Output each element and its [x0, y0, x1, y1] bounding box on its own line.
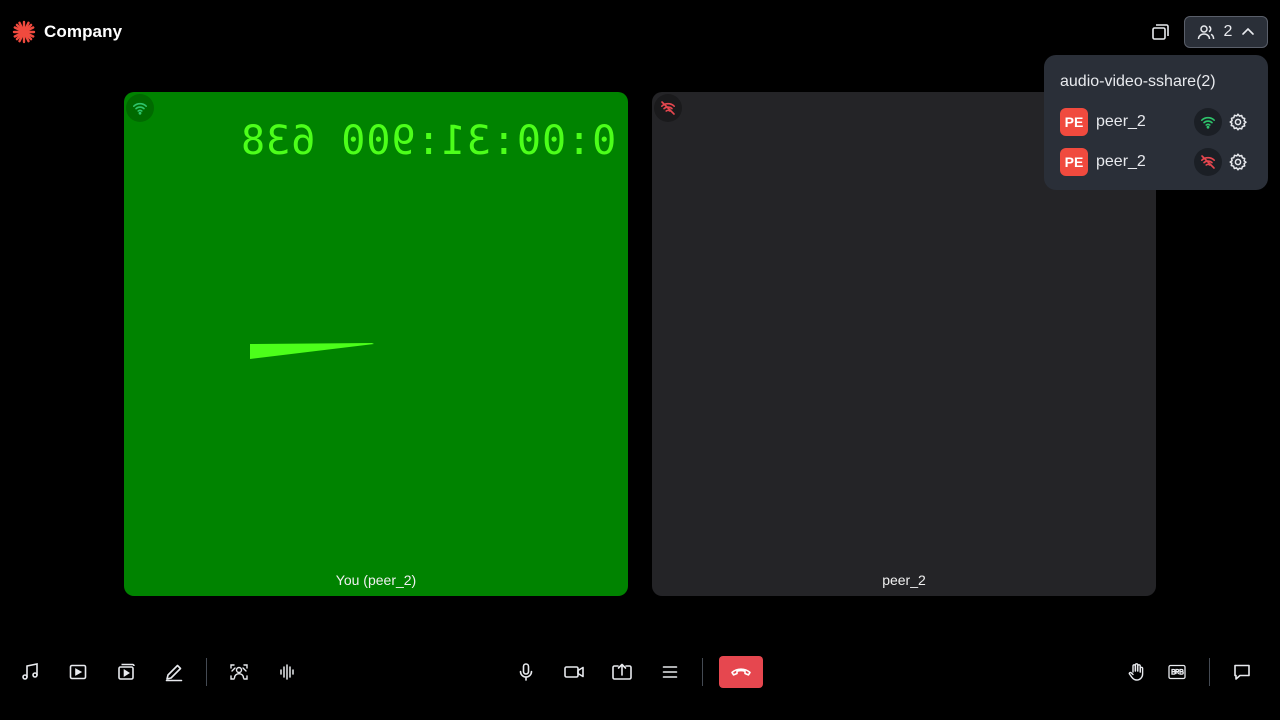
gear-icon — [1229, 153, 1247, 171]
play-video-button[interactable] — [62, 660, 94, 684]
brand-logo: Company — [12, 20, 122, 44]
play-video-icon — [69, 664, 87, 680]
brb-icon — [1168, 664, 1186, 680]
toolbar-divider — [702, 658, 703, 686]
participant-row: PE peer_2 — [1060, 108, 1252, 136]
virtual-background-button[interactable] — [223, 660, 255, 684]
noise-suppression-icon — [280, 664, 294, 680]
noise-suppression-button[interactable] — [271, 660, 303, 684]
camera-button[interactable] — [558, 660, 590, 684]
wifi-icon — [133, 102, 147, 115]
picture-in-picture-icon — [1152, 24, 1169, 40]
participant-count: 2 — [1223, 23, 1233, 40]
leave-call-button[interactable] — [719, 656, 763, 688]
microphone-button[interactable] — [510, 660, 542, 684]
camera-icon — [564, 666, 584, 678]
avatar: PE — [1060, 148, 1088, 176]
network-quality-badge — [1194, 148, 1222, 176]
chevron-up-icon — [1242, 27, 1255, 35]
wifi-icon — [1201, 116, 1215, 129]
people-icon — [1197, 25, 1214, 40]
music-icon — [22, 663, 38, 680]
leave-call-icon — [731, 668, 751, 676]
wifi-off-icon — [661, 101, 675, 115]
whiteboard-button[interactable] — [158, 660, 190, 684]
video-timecode: 0:00:31:900 638 — [239, 118, 616, 164]
gear-icon — [1229, 113, 1247, 131]
raise-hand-icon — [1128, 663, 1144, 681]
chat-button[interactable] — [1226, 660, 1258, 684]
menu-icon — [662, 666, 678, 678]
toolbar-divider — [206, 658, 207, 686]
media-icon — [118, 663, 135, 680]
wifi-off-icon — [1201, 155, 1215, 169]
brb-button[interactable] — [1161, 660, 1193, 684]
chat-icon — [1234, 664, 1250, 680]
more-options-button[interactable] — [654, 660, 686, 684]
header-actions: 2 — [1144, 16, 1268, 48]
participants-panel: audio-video-sshare(2) PE peer_2 PE peer_… — [1044, 55, 1268, 190]
screen-share-icon — [612, 663, 632, 680]
participants-button[interactable]: 2 — [1184, 16, 1268, 48]
virtual-background-icon — [230, 664, 248, 680]
brand-mark-icon — [12, 20, 36, 44]
music-button[interactable] — [14, 660, 46, 684]
microphone-icon — [519, 663, 533, 681]
media-button[interactable] — [110, 660, 142, 684]
video-graphic — [250, 343, 374, 359]
tile-label: peer_2 — [882, 572, 926, 588]
participant-settings-button[interactable] — [1224, 148, 1252, 176]
tile-label: You (peer_2) — [335, 572, 417, 588]
participant-name: peer_2 — [1096, 153, 1146, 170]
network-quality-badge — [654, 94, 682, 122]
participant-settings-button[interactable] — [1224, 108, 1252, 136]
participant-row: PE peer_2 — [1060, 148, 1252, 176]
toolbar-divider — [1209, 658, 1210, 686]
brand-name: Company — [44, 22, 123, 41]
picture-in-picture-button[interactable] — [1144, 16, 1176, 48]
raise-hand-button[interactable] — [1120, 660, 1152, 684]
pen-icon — [165, 664, 183, 682]
network-quality-badge — [1194, 108, 1222, 136]
room-name: audio-video-sshare(2) — [1060, 73, 1216, 90]
video-tile-self[interactable]: 0:00:31:900 638 You (peer_2) — [124, 92, 628, 596]
participant-name: peer_2 — [1096, 113, 1146, 130]
network-quality-badge — [126, 94, 154, 122]
screen-share-button[interactable] — [606, 660, 638, 684]
avatar: PE — [1060, 108, 1088, 136]
